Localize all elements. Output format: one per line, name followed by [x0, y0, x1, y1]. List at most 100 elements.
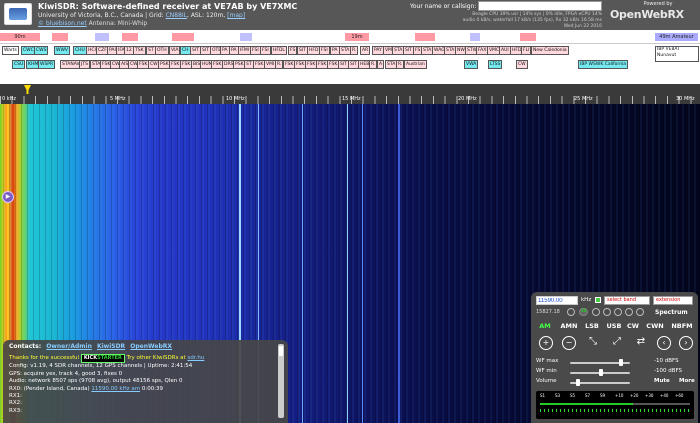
- label-csu[interactable]: CSU: [12, 60, 26, 69]
- step-extra-icon[interactable]: [636, 308, 644, 316]
- mute-button[interactable]: Mute: [654, 378, 670, 384]
- info-scrollbar[interactable]: [278, 344, 284, 418]
- band-41m[interactable]: [95, 33, 109, 41]
- s-meter-bar: [540, 403, 633, 405]
- label-new-caledonia[interactable]: New Caledonia: [531, 46, 569, 55]
- grid-link[interactable]: CN88IL: [166, 12, 187, 19]
- kickstarter-logo[interactable]: KICKSTARTER: [80, 354, 125, 364]
- label-a[interactable]: A: [377, 60, 385, 69]
- band-31m[interactable]: [122, 33, 138, 41]
- scale-label-15: 15 MHz: [342, 96, 361, 102]
- map-link[interactable]: [map]: [227, 12, 245, 19]
- mode-cwn[interactable]: CWN: [644, 322, 666, 331]
- contact-kiwisdr-link[interactable]: KiwiSDR: [97, 343, 125, 350]
- freq-checkbox[interactable]: [595, 297, 601, 303]
- page-right-icon[interactable]: ›: [679, 336, 693, 350]
- step-size-button[interactable]: 10: [579, 308, 588, 316]
- label-aui[interactable]: AUI: [499, 46, 511, 55]
- mode-am[interactable]: AM: [536, 322, 554, 331]
- smeter-tick-9: +60: [675, 393, 684, 398]
- gps-line: GPS: acquire yes, track 4, good 3, fixes…: [9, 370, 123, 377]
- volume-label: Volume: [536, 378, 557, 384]
- mode-usb[interactable]: USB: [605, 322, 623, 331]
- asl-text: , ASL: 120m,: [187, 12, 228, 19]
- label-wwv[interactable]: WWV: [54, 46, 70, 55]
- swap-icon[interactable]: ⇄: [634, 336, 648, 350]
- label-austrian[interactable]: Austrian: [404, 60, 427, 69]
- kiwisdr-logo[interactable]: [4, 3, 32, 25]
- contact-owner-link[interactable]: Owner/Admin: [46, 343, 92, 350]
- label-cw-r2-3[interactable]: CW: [516, 60, 528, 69]
- band-22m[interactable]: [240, 33, 252, 41]
- callsign-label: Your name or callsign:: [410, 3, 477, 10]
- step-fine-up-icon[interactable]: [603, 308, 611, 316]
- step-max-icon[interactable]: [625, 308, 633, 316]
- wf-max-slider[interactable]: [619, 359, 624, 366]
- label-cws[interactable]: CWS: [34, 46, 49, 55]
- rx3-line: RX3:: [9, 407, 22, 414]
- page-left-icon[interactable]: ‹: [657, 336, 671, 350]
- label-ibp-ve8at[interactable]: IBP VE8AT Nunavut: [655, 46, 699, 62]
- band-bar[interactable]: 90m 19m 49m Amateur: [0, 30, 700, 44]
- band-16m[interactable]: [415, 33, 435, 41]
- mode-amn[interactable]: AMN: [558, 322, 580, 331]
- contacts-label: Contacts:: [9, 343, 42, 350]
- smeter-tick-4: S9: [600, 393, 606, 398]
- zoom-to-band-icon[interactable]: ⤡: [586, 336, 600, 350]
- zoom-max-icon[interactable]: ⤢: [610, 336, 624, 350]
- extension-select[interactable]: extension: [653, 296, 693, 305]
- band-amateur[interactable]: 49m Amateur: [655, 33, 698, 41]
- step-fine-down-icon[interactable]: [592, 308, 600, 316]
- more-button[interactable]: More: [679, 378, 695, 384]
- frequency-input[interactable]: [536, 296, 578, 305]
- volume-slider[interactable]: [575, 379, 580, 386]
- passband-marker[interactable]: [24, 85, 31, 94]
- band-13m[interactable]: [470, 33, 480, 41]
- wf-min-slider[interactable]: [599, 369, 603, 376]
- band-90m[interactable]: 90m: [0, 33, 40, 41]
- label-ibp-wswk[interactable]: IBP WSWK California: [578, 60, 629, 69]
- label-vwa[interactable]: VWA: [464, 60, 479, 69]
- bluebison-link[interactable]: © bluebison.net: [38, 20, 87, 27]
- label-warts[interactable]: Warts: [2, 46, 19, 55]
- panel-toggle-icon[interactable]: ▶: [2, 191, 14, 203]
- zoom-in-icon[interactable]: +: [539, 336, 553, 350]
- label-hfdl[interactable]: HFDL: [271, 46, 287, 55]
- label-fsi-2[interactable]: FSI: [260, 46, 271, 55]
- zoom-out-icon[interactable]: −: [562, 336, 576, 350]
- mode-lsb[interactable]: LSB: [583, 322, 601, 331]
- band-49m[interactable]: [52, 33, 68, 41]
- label-fsi-3[interactable]: FSI: [319, 46, 330, 55]
- step-down-icon[interactable]: [567, 308, 575, 316]
- mode-nbfm[interactable]: NBFM: [670, 322, 694, 331]
- contact-openwebrx-link[interactable]: OpenWebRX: [130, 343, 172, 350]
- rx0-freq-link[interactable]: 11590.00 kHz am: [91, 386, 140, 392]
- control-panel: kHz select band extension 15827.18 10 Sp…: [531, 292, 698, 423]
- label-chu[interactable]: CHU: [73, 46, 87, 55]
- callsign-input[interactable]: [478, 1, 602, 11]
- smeter-tick-3: S7: [585, 393, 591, 398]
- band-11m[interactable]: [520, 33, 536, 41]
- band-25m[interactable]: [172, 33, 194, 41]
- band-select[interactable]: select band: [604, 296, 650, 305]
- label-wspr[interactable]: WSPR: [38, 60, 56, 69]
- step-up-icon[interactable]: [614, 308, 622, 316]
- label-via[interactable]: VIA: [169, 46, 181, 55]
- openwebrx-logo[interactable]: OpenWebRX: [610, 8, 684, 21]
- spectrum-button[interactable]: Spectrum: [655, 309, 688, 316]
- label-r-1[interactable]: R.: [350, 46, 359, 55]
- sdr-hu-link[interactable]: sdr.hu: [187, 355, 204, 361]
- label-fs[interactable]: FS: [288, 46, 298, 55]
- label-tsk[interactable]: TSK: [133, 46, 146, 55]
- label-ar[interactable]: AR: [360, 46, 371, 55]
- label-oth[interactable]: OTH: [155, 46, 169, 55]
- contacts-line: Contacts: Owner/Admin KiwiSDR OpenWebRX: [9, 343, 282, 350]
- band-19m[interactable]: 19m: [345, 33, 369, 41]
- label-jts[interactable]: JTS: [79, 60, 90, 69]
- label-ltss[interactable]: LTSS: [488, 60, 503, 69]
- kick-text: KICK: [83, 355, 98, 361]
- label-fli[interactable]: FLI: [521, 46, 532, 55]
- label-ch[interactable]: CH: [180, 46, 191, 55]
- frequency-scale[interactable]: 0 kHz 5 MHz 10 MHz 15 MHz 20 MHz 25 MHz …: [0, 84, 700, 104]
- mode-cw[interactable]: CW: [626, 322, 640, 331]
